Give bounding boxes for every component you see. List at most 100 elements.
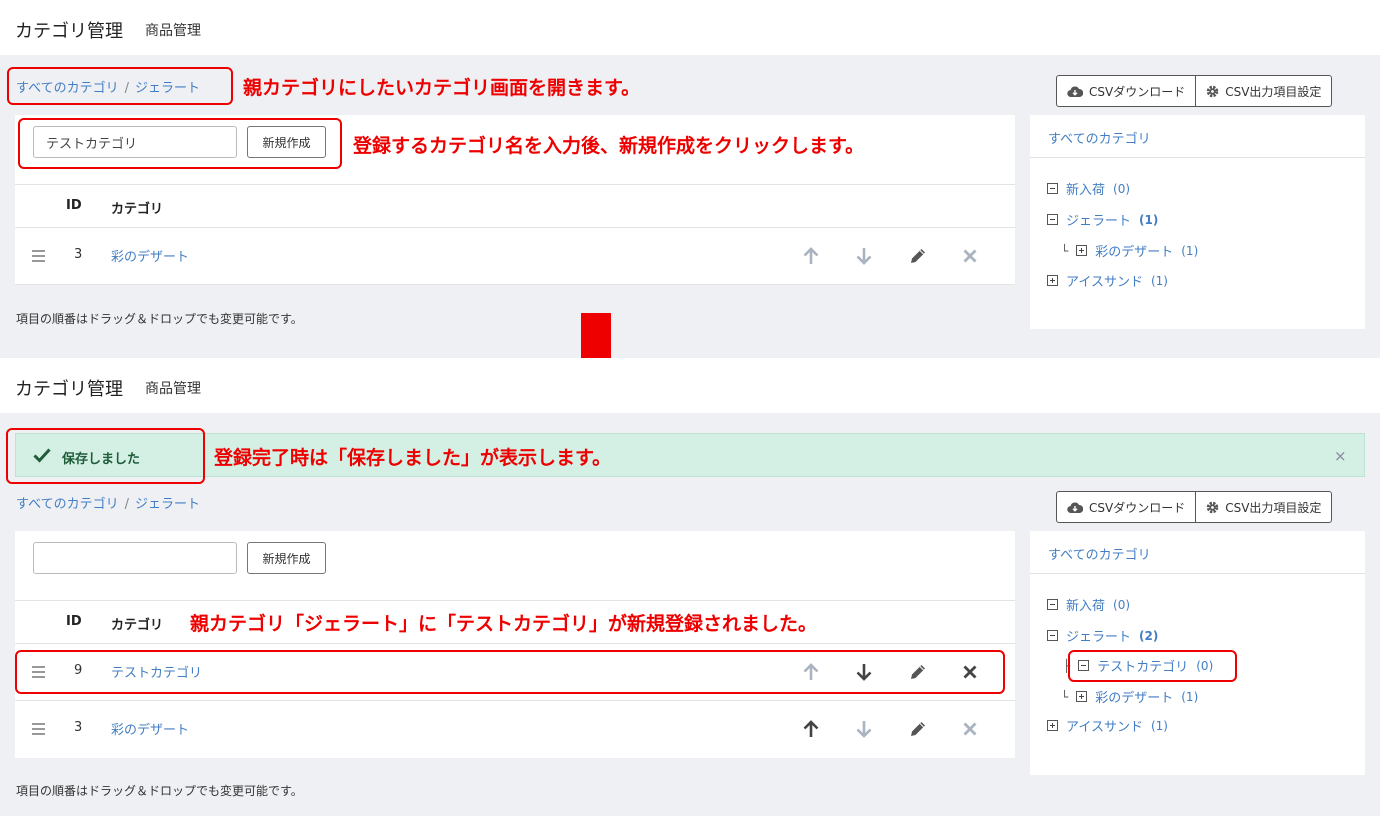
- divider: [15, 700, 1015, 701]
- breadcrumb-separator: /: [124, 497, 129, 512]
- divider: [15, 600, 1015, 601]
- row-category-link[interactable]: 彩のデザート: [111, 246, 189, 265]
- tree-title-link[interactable]: すべてのカテゴリ: [1048, 128, 1151, 147]
- collapse-icon[interactable]: [1047, 183, 1058, 194]
- arrow-up-icon[interactable]: [800, 245, 822, 267]
- annotation-note: 登録するカテゴリ名を入力後、新規作成をクリックします。: [353, 135, 865, 157]
- collapse-icon[interactable]: [1047, 630, 1058, 641]
- divider: [1030, 157, 1365, 158]
- page-subtitle: 商品管理: [145, 381, 201, 397]
- csv-button-group: CSVダウンロード CSV出力項目設定: [1056, 491, 1333, 523]
- page-title: カテゴリ管理: [15, 379, 123, 400]
- tree-label: アイスサンド: [1066, 275, 1143, 290]
- tree-item[interactable]: アイスサンド (1): [1047, 716, 1168, 735]
- arrow-down-icon[interactable]: [853, 245, 875, 267]
- close-icon[interactable]: [959, 718, 981, 740]
- row-id: 3: [74, 247, 83, 262]
- expand-icon[interactable]: [1076, 691, 1088, 702]
- csv-settings-label: CSV出力項目設定: [1225, 84, 1322, 99]
- expand-icon[interactable]: [1047, 720, 1058, 731]
- tree-count: (1): [1181, 689, 1199, 704]
- csv-button-group: CSVダウンロード CSV出力項目設定: [1056, 75, 1333, 107]
- csv-download-label: CSVダウンロード: [1089, 500, 1186, 515]
- create-button[interactable]: 新規作成: [247, 542, 326, 574]
- close-icon[interactable]: [959, 245, 981, 267]
- annotation-box: [1068, 650, 1237, 682]
- tree-count: (0): [1113, 597, 1131, 612]
- footer-note: 項目の順番はドラッグ＆ドロップでも変更可能です。: [16, 784, 303, 798]
- page-title: カテゴリ管理: [15, 21, 123, 42]
- column-header-id: ID: [66, 614, 82, 629]
- annotation-box: [6, 428, 205, 484]
- alert-close-button[interactable]: ×: [1334, 447, 1347, 465]
- breadcrumb-all[interactable]: すべてのカテゴリ: [16, 497, 119, 512]
- tree-count: (0): [1113, 181, 1131, 196]
- tree-label: ジェラート: [1066, 214, 1132, 229]
- tree-label: 彩のデザート: [1095, 245, 1174, 260]
- annotation-box: [7, 67, 233, 105]
- expand-icon[interactable]: [1047, 275, 1058, 286]
- csv-settings-label: CSV出力項目設定: [1225, 500, 1322, 515]
- tree-count: (1): [1181, 243, 1199, 258]
- annotation-box: [18, 118, 342, 169]
- tree-count: (1): [1139, 212, 1159, 227]
- tree-count: (2): [1139, 628, 1159, 643]
- column-header-id: ID: [66, 198, 82, 213]
- divider: [15, 284, 1015, 285]
- pencil-icon[interactable]: [907, 718, 929, 740]
- column-header-category: カテゴリ: [111, 202, 164, 217]
- page-header: カテゴリ管理 商品管理: [0, 0, 1380, 55]
- tree-branch: └: [1061, 689, 1069, 704]
- tree-label: ジェラート: [1066, 630, 1132, 645]
- arrow-up-icon[interactable]: [800, 718, 822, 740]
- gear-icon: [1206, 85, 1219, 97]
- page-header: カテゴリ管理 商品管理: [0, 358, 1380, 413]
- tree-item[interactable]: └ 彩のデザート (1): [1061, 687, 1199, 707]
- divider: [1030, 573, 1365, 574]
- collapse-icon[interactable]: [1047, 599, 1058, 610]
- tree-label: 新入荷: [1066, 183, 1106, 198]
- arrow-down-icon[interactable]: [853, 718, 875, 740]
- category-name-input[interactable]: [33, 542, 237, 574]
- tree-label: アイスサンド: [1066, 720, 1143, 735]
- csv-download-button[interactable]: CSVダウンロード: [1057, 76, 1195, 106]
- divider: [15, 184, 1015, 185]
- csv-settings-button[interactable]: CSV出力項目設定: [1195, 492, 1331, 522]
- drag-handle-icon[interactable]: [32, 723, 45, 738]
- footer-note: 項目の順番はドラッグ＆ドロップでも変更可能です。: [16, 312, 303, 326]
- gear-icon: [1206, 501, 1219, 513]
- tree-label: 新入荷: [1066, 599, 1106, 614]
- drag-handle-icon[interactable]: [32, 250, 45, 265]
- tree-count: (1): [1150, 718, 1168, 733]
- tree-item[interactable]: ジェラート (2): [1047, 626, 1158, 645]
- page-subtitle: 商品管理: [145, 23, 201, 39]
- row-id: 3: [74, 720, 83, 735]
- csv-download-button[interactable]: CSVダウンロード: [1057, 492, 1195, 522]
- tree-item[interactable]: └ 彩のデザート (1): [1061, 241, 1199, 261]
- tree-item[interactable]: アイスサンド (1): [1047, 271, 1168, 290]
- tree-item[interactable]: 新入荷 (0): [1047, 179, 1130, 198]
- breadcrumb: すべてのカテゴリ / ジェラート: [16, 493, 200, 512]
- row-category-link[interactable]: 彩のデザート: [111, 719, 189, 738]
- tree-item[interactable]: ジェラート (1): [1047, 210, 1158, 229]
- cloud-download-icon: [1067, 502, 1083, 513]
- tree-item[interactable]: 新入荷 (0): [1047, 595, 1130, 614]
- expand-icon[interactable]: [1076, 245, 1088, 256]
- cloud-download-icon: [1067, 86, 1083, 97]
- csv-settings-button[interactable]: CSV出力項目設定: [1195, 76, 1331, 106]
- column-header-category: カテゴリ: [111, 618, 164, 633]
- csv-download-label: CSVダウンロード: [1089, 84, 1186, 99]
- divider: [15, 227, 1015, 228]
- breadcrumb-current[interactable]: ジェラート: [135, 497, 200, 512]
- annotation-box: [15, 650, 1005, 694]
- collapse-icon[interactable]: [1047, 214, 1058, 225]
- divider: [15, 643, 1015, 644]
- annotation-note: 登録完了時は「保存しました」が表示します。: [214, 447, 612, 469]
- tree-branch: └: [1061, 243, 1069, 258]
- annotation-note: 親カテゴリ「ジェラート」に「テストカテゴリ」が新規登録されました。: [190, 613, 818, 635]
- tree-count: (1): [1150, 273, 1168, 288]
- annotation-note: 親カテゴリにしたいカテゴリ画面を開きます。: [243, 77, 641, 99]
- tree-label: 彩のデザート: [1095, 691, 1174, 706]
- tree-title-link[interactable]: すべてのカテゴリ: [1048, 544, 1151, 563]
- pencil-icon[interactable]: [907, 245, 929, 267]
